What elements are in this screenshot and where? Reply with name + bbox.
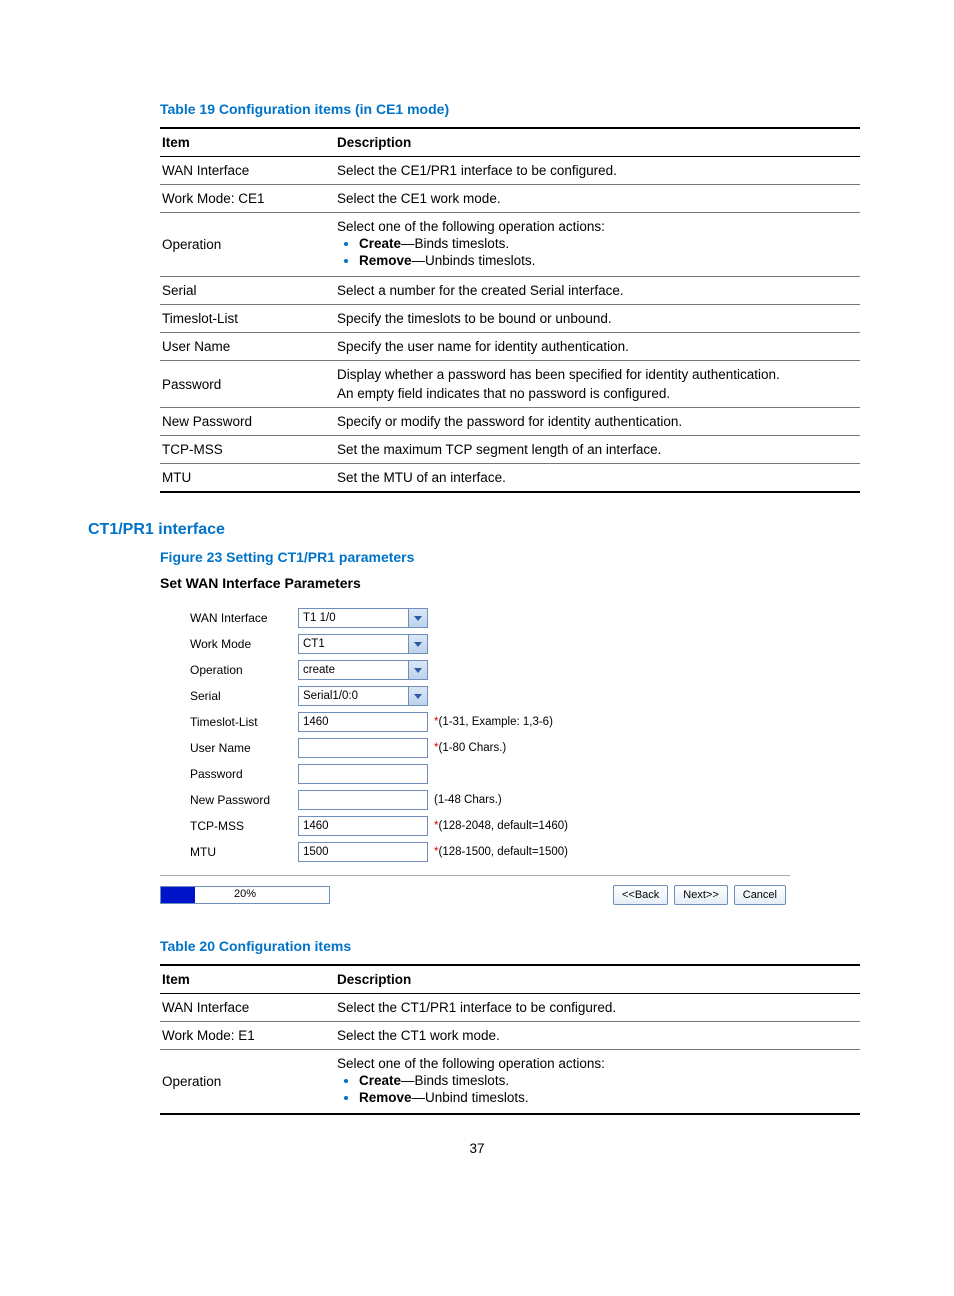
figure23-title: Set WAN Interface Parameters [160,575,790,591]
cell-desc: Specify the user name for identity authe… [335,333,860,361]
field-label: Password [190,767,298,781]
table-row: New PasswordSpecify or modify the passwo… [160,408,860,436]
page-number: 37 [88,1141,866,1156]
cell-desc: Select the CT1/PR1 interface to be confi… [335,994,860,1022]
cell-item: MTU [160,464,335,493]
cell-desc: Select the CE1 work mode. [335,185,860,213]
table-row: WAN InterfaceSelect the CT1/PR1 interfac… [160,994,860,1022]
cell-item: WAN Interface [160,994,335,1022]
form-row: TCP-MSS1460 *(128-2048, default=1460) [190,813,790,839]
field-hint: *(128-2048, default=1460) [434,820,568,832]
field-label: Work Mode [190,637,298,651]
form-row: MTU1500 *(128-1500, default=1500) [190,839,790,865]
form-row: Password [190,761,790,787]
cell-desc: Set the MTU of an interface. [335,464,860,493]
table19-caption: Table 19 Configuration items (in CE1 mod… [160,101,866,117]
text-input[interactable] [298,790,428,810]
cell-desc: Select one of the following operation ac… [335,213,860,277]
form-row: Timeslot-List1460 *(1-31, Example: 1,3-6) [190,709,790,735]
form-row: WAN InterfaceT1 1/0 [190,605,790,631]
table20: Item Description WAN InterfaceSelect the… [160,964,860,1115]
divider [160,875,790,876]
cell-desc: Display whether a password has been spec… [335,361,860,408]
table-row: PasswordDisplay whether a password has b… [160,361,860,408]
dropdown-field[interactable]: T1 1/0 [298,608,428,628]
field-label: Serial [190,689,298,703]
th-desc: Description [335,128,860,157]
cell-item: New Password [160,408,335,436]
cell-desc: Select one of the following operation ac… [335,1050,860,1115]
field-label: User Name [190,741,298,755]
text-input[interactable] [298,738,428,758]
progress-bar: 20% [160,886,330,904]
table-row: OperationSelect one of the following ope… [160,1050,860,1115]
table20-caption: Table 20 Configuration items [160,938,866,954]
cell-item: Password [160,361,335,408]
cell-item: Timeslot-List [160,305,335,333]
progress-text: 20% [161,888,329,900]
cell-item: Operation [160,1050,335,1115]
cell-item: User Name [160,333,335,361]
form-row: New Password (1-48 Chars.) [190,787,790,813]
text-input[interactable]: 1460 [298,816,428,836]
dropdown-field[interactable]: Serial1/0:0 [298,686,428,706]
next-button[interactable]: Next>> [674,885,727,905]
th-desc: Description [335,965,860,994]
text-input[interactable] [298,764,428,784]
cell-item: Serial [160,277,335,305]
table-row: Work Mode: CE1Select the CE1 work mode. [160,185,860,213]
cell-item: Work Mode: E1 [160,1022,335,1050]
field-label: MTU [190,845,298,859]
field-hint: (1-48 Chars.) [434,794,502,806]
cell-item: Operation [160,213,335,277]
field-hint: *(1-80 Chars.) [434,742,506,754]
field-label: WAN Interface [190,611,298,625]
cell-desc: Set the maximum TCP segment length of an… [335,436,860,464]
th-item: Item [160,128,335,157]
field-hint: *(128-1500, default=1500) [434,846,568,858]
dropdown-field[interactable]: CT1 [298,634,428,654]
field-label: TCP-MSS [190,819,298,833]
cell-desc: Select the CE1/PR1 interface to be confi… [335,157,860,185]
text-input[interactable]: 1460 [298,712,428,732]
th-item: Item [160,965,335,994]
section-heading-ct1pr1: CT1/PR1 interface [88,521,866,539]
back-button[interactable]: <<Back [613,885,668,905]
form-row: SerialSerial1/0:0 [190,683,790,709]
form-row: Operationcreate [190,657,790,683]
table-row: MTUSet the MTU of an interface. [160,464,860,493]
field-label: New Password [190,793,298,807]
table-row: OperationSelect one of the following ope… [160,213,860,277]
table-row: Timeslot-ListSpecify the timeslots to be… [160,305,860,333]
table-row: Work Mode: E1Select the CT1 work mode. [160,1022,860,1050]
table-row: WAN InterfaceSelect the CE1/PR1 interfac… [160,157,860,185]
dropdown-field[interactable]: create [298,660,428,680]
table-row: SerialSelect a number for the created Se… [160,277,860,305]
figure23-caption: Figure 23 Setting CT1/PR1 parameters [160,549,866,565]
cell-desc: Specify or modify the password for ident… [335,408,860,436]
figure23: Set WAN Interface Parameters WAN Interfa… [160,575,790,906]
cell-item: Work Mode: CE1 [160,185,335,213]
cell-item: TCP-MSS [160,436,335,464]
field-label: Timeslot-List [190,715,298,729]
cell-desc: Select a number for the created Serial i… [335,277,860,305]
cell-desc: Specify the timeslots to be bound or unb… [335,305,860,333]
form-row: Work ModeCT1 [190,631,790,657]
field-hint: *(1-31, Example: 1,3-6) [434,716,553,728]
table-row: User NameSpecify the user name for ident… [160,333,860,361]
field-label: Operation [190,663,298,677]
cancel-button[interactable]: Cancel [734,885,786,905]
table-row: TCP-MSSSet the maximum TCP segment lengt… [160,436,860,464]
text-input[interactable]: 1500 [298,842,428,862]
cell-desc: Select the CT1 work mode. [335,1022,860,1050]
form-row: User Name *(1-80 Chars.) [190,735,790,761]
cell-item: WAN Interface [160,157,335,185]
table19: Item Description WAN InterfaceSelect the… [160,127,860,493]
